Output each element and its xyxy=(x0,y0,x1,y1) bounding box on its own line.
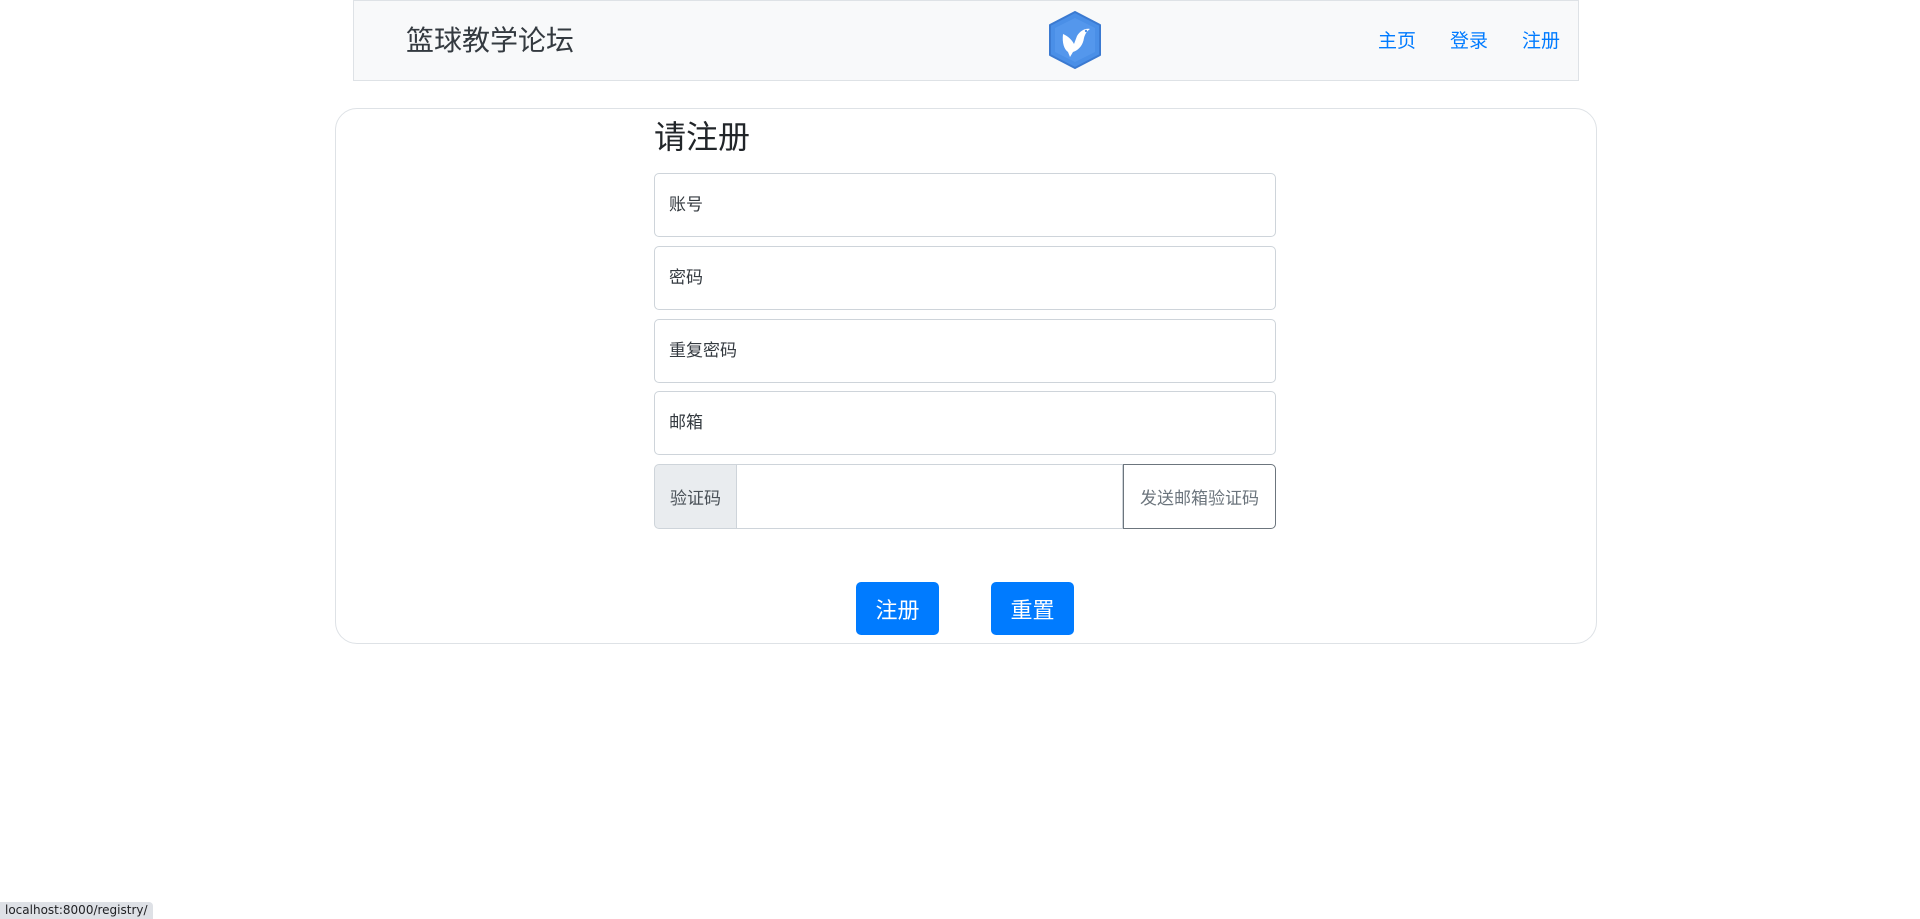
verification-code-group: 验证码 发送邮箱验证码 xyxy=(654,464,1276,529)
nav-login-link[interactable]: 登录 xyxy=(1450,28,1488,54)
nav-home-link[interactable]: 主页 xyxy=(1378,28,1416,54)
account-input[interactable] xyxy=(654,173,1276,237)
verification-code-input[interactable] xyxy=(736,464,1123,529)
send-email-code-button[interactable]: 发送邮箱验证码 xyxy=(1123,464,1276,529)
hummingbird-hexagon-icon[interactable] xyxy=(1046,10,1104,70)
password-input[interactable] xyxy=(654,246,1276,310)
form-title: 请注册 xyxy=(654,118,751,156)
verification-code-label: 验证码 xyxy=(654,464,736,529)
nav-register-link[interactable]: 注册 xyxy=(1522,28,1560,54)
email-input[interactable] xyxy=(654,391,1276,455)
status-bar-url: localhost:8000/registry/ xyxy=(0,902,153,919)
brand-title[interactable]: 篮球教学论坛 xyxy=(406,23,574,59)
nav-links: 主页 登录 注册 xyxy=(1378,28,1560,54)
reset-button[interactable]: 重置 xyxy=(991,582,1074,635)
register-submit-button[interactable]: 注册 xyxy=(856,582,939,635)
repeat-password-input[interactable] xyxy=(654,319,1276,383)
navbar: 篮球教学论坛 主页 登录 注册 xyxy=(353,0,1579,81)
